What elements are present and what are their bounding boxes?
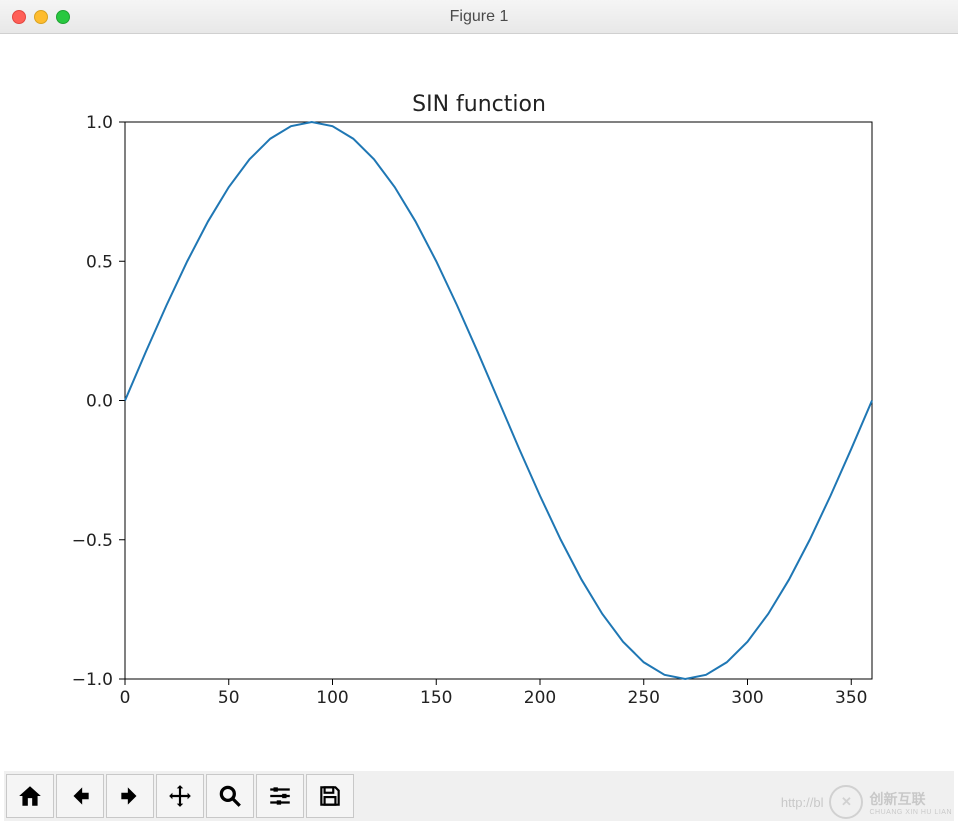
x-tick-label: 0: [120, 688, 131, 708]
plot-svg: 0 50 100 150 200 250 300 350 −1.0 −0.5 0.0 0.5 1.0: [0, 34, 958, 764]
x-tick-label: 200: [524, 688, 556, 708]
y-tick-label: 1.0: [86, 113, 113, 133]
y-tick-label: 0.5: [86, 252, 113, 272]
save-button[interactable]: [306, 774, 354, 818]
x-tick-label: 50: [218, 688, 240, 708]
home-button[interactable]: [6, 774, 54, 818]
zoom-icon: [217, 783, 243, 809]
move-icon: [167, 783, 193, 809]
x-tick-label: 350: [835, 688, 867, 708]
home-icon: [17, 783, 43, 809]
x-tick-label: 250: [628, 688, 660, 708]
back-button[interactable]: [56, 774, 104, 818]
y-tick-label: −0.5: [72, 531, 113, 551]
y-tick-label: 0.0: [86, 392, 113, 412]
x-tick-label: 300: [731, 688, 763, 708]
window-title: Figure 1: [0, 8, 958, 26]
window-titlebar: Figure 1: [0, 0, 958, 34]
x-tick-label: 150: [420, 688, 452, 708]
arrow-left-icon: [67, 783, 93, 809]
matplotlib-toolbar: [4, 771, 954, 821]
y-tick-label: −1.0: [72, 670, 113, 690]
sliders-icon: [267, 783, 293, 809]
pan-button[interactable]: [156, 774, 204, 818]
forward-button[interactable]: [106, 774, 154, 818]
series-line: [125, 122, 872, 679]
configure-button[interactable]: [256, 774, 304, 818]
save-icon: [317, 783, 343, 809]
figure-canvas: SIN function 050100150200250300350−1.0−0…: [0, 34, 958, 764]
zoom-button[interactable]: [206, 774, 254, 818]
arrow-right-icon: [117, 783, 143, 809]
x-tick-label: 100: [316, 688, 348, 708]
